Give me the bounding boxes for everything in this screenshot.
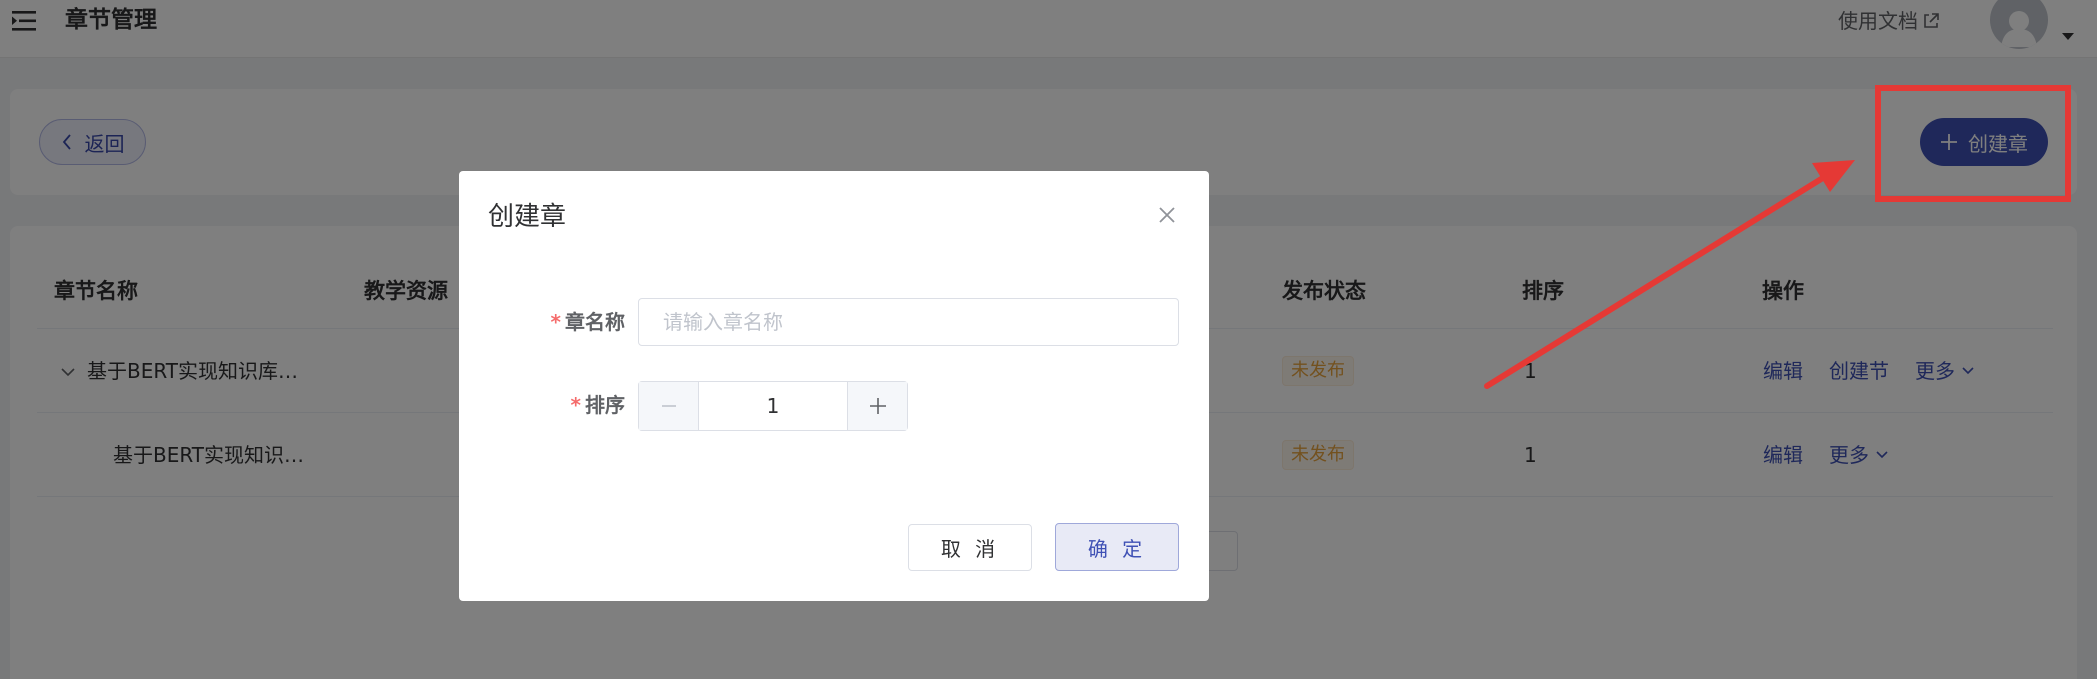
chapter-name-label: * 章名称	[539, 307, 625, 337]
cancel-button[interactable]: 取 消	[908, 524, 1032, 571]
decrement-button[interactable]	[639, 382, 699, 430]
dialog-title: 创建章	[488, 202, 567, 232]
close-icon[interactable]	[1155, 203, 1179, 227]
increment-button[interactable]	[847, 382, 907, 430]
order-stepper: 1	[638, 381, 908, 431]
order-label: * 排序	[539, 390, 625, 420]
annotation-highlight-box	[1875, 85, 2071, 202]
required-mark: *	[550, 310, 561, 334]
confirm-button[interactable]: 确 定	[1055, 523, 1179, 571]
create-chapter-dialog: 创建章 *章名称 *排序 1 取 消 确 定	[459, 171, 1209, 601]
plus-icon	[869, 398, 886, 414]
order-label-text: 排序	[585, 393, 625, 417]
required-mark: *	[570, 393, 581, 417]
minus-icon	[661, 405, 676, 407]
chapter-name-label-text: 章名称	[565, 310, 625, 334]
chapter-name-input[interactable]	[638, 298, 1179, 346]
order-value[interactable]: 1	[699, 382, 847, 430]
